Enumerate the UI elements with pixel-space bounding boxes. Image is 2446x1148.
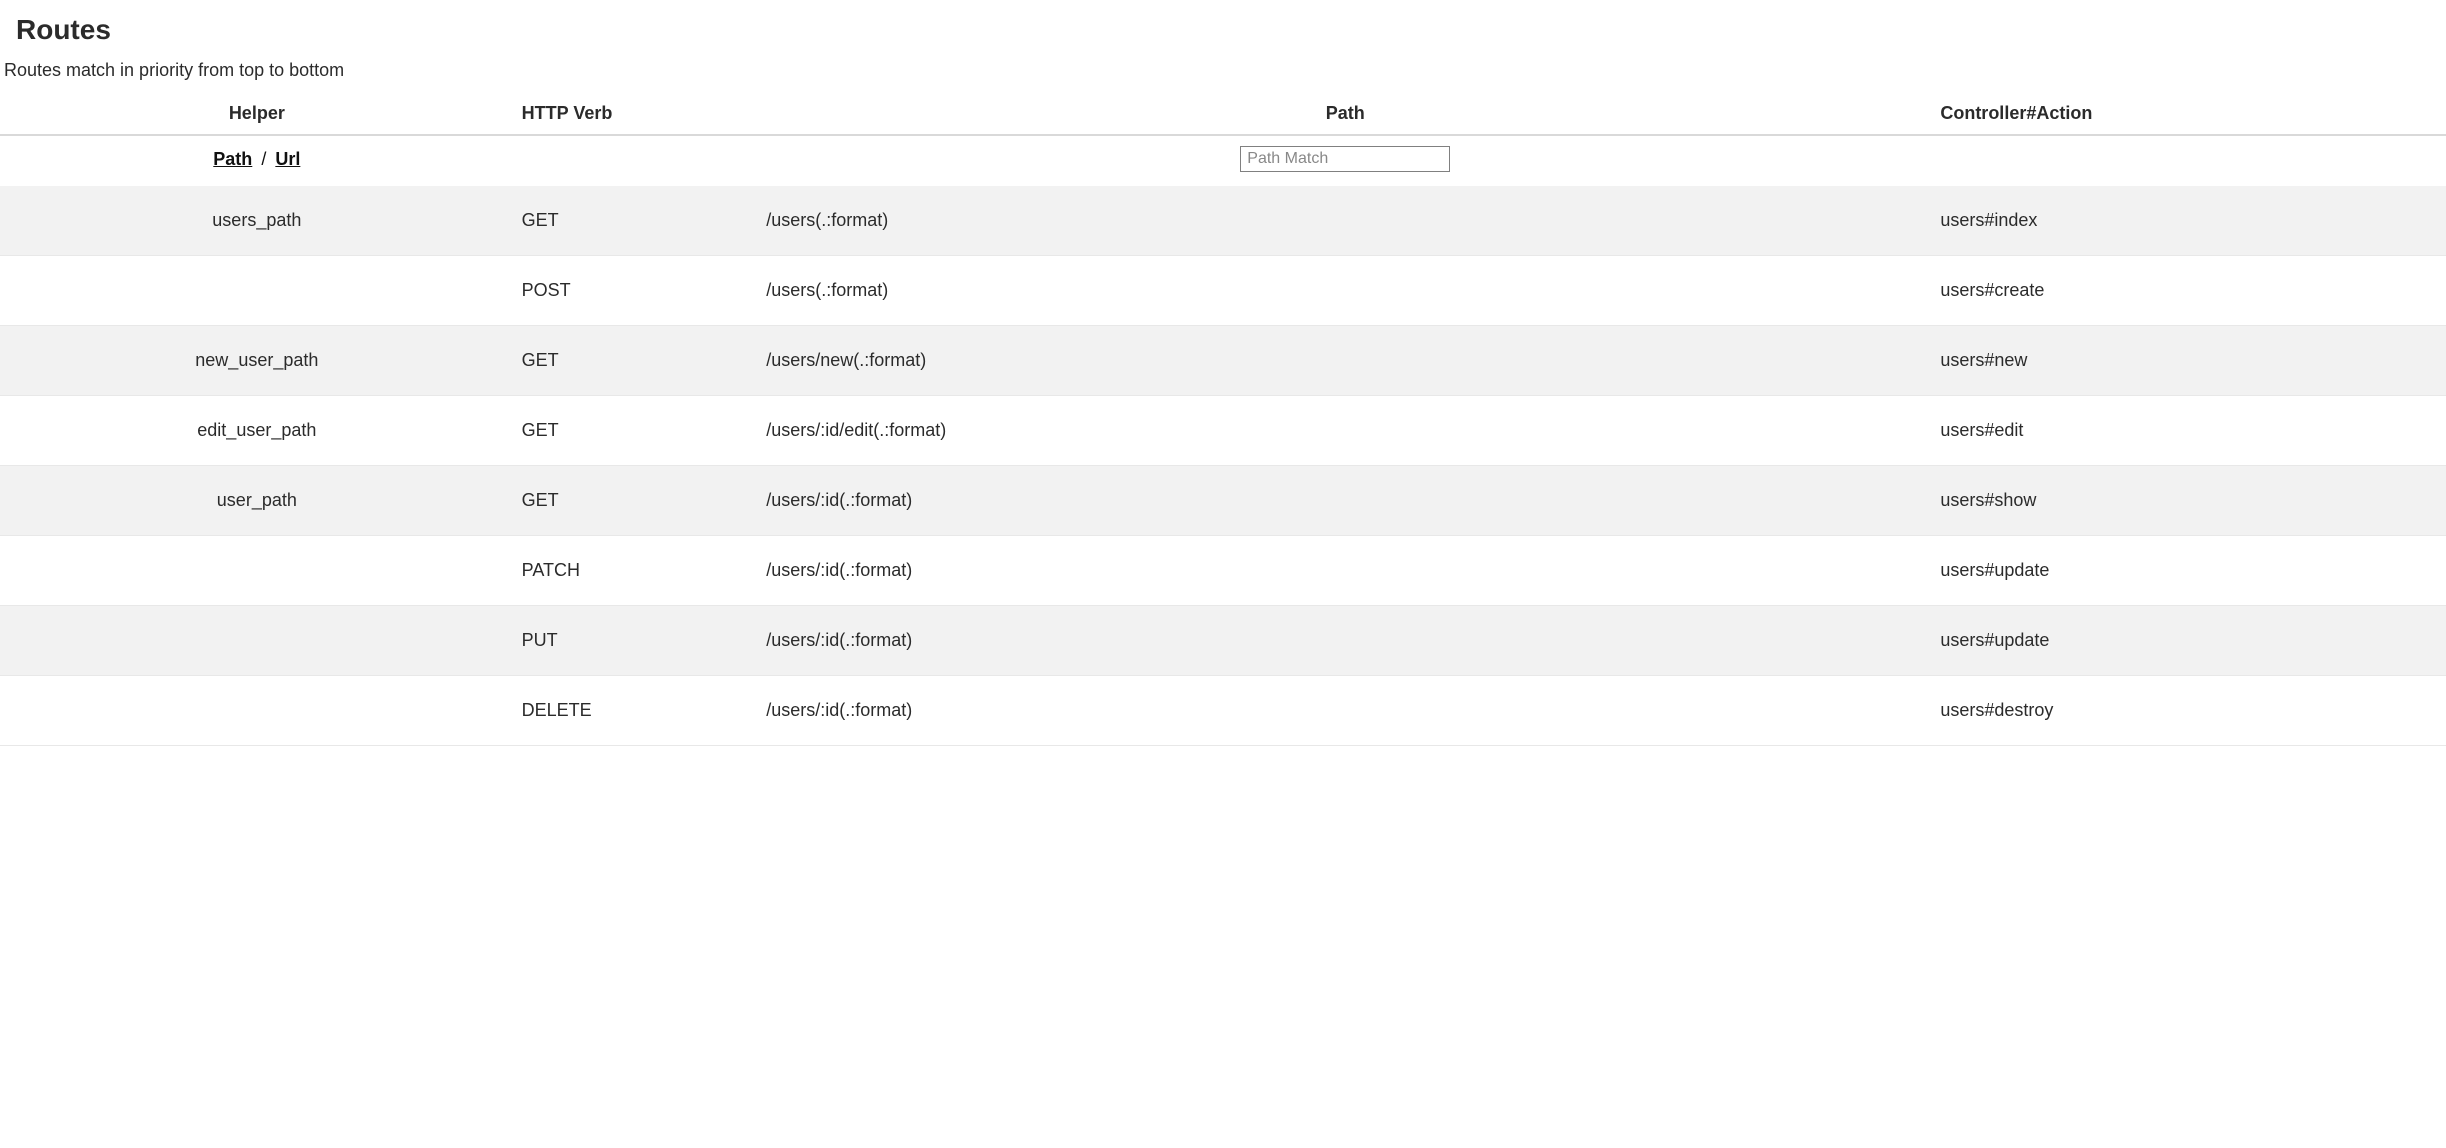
route-verb: PUT [514,606,759,676]
route-verb: PATCH [514,536,759,606]
route-path: /users/:id/edit(.:format) [758,396,1932,466]
route-row: PUT/users/:id(.:format)users#update [0,606,2446,676]
column-header-helper: Helper [0,93,514,135]
route-action: users#index [1932,186,2446,256]
route-verb: GET [514,186,759,256]
route-row: PATCH/users/:id(.:format)users#update [0,536,2446,606]
route-path: /users/:id(.:format) [758,466,1932,536]
route-path: /users/new(.:format) [758,326,1932,396]
route-row: edit_user_pathGET/users/:id/edit(.:forma… [0,396,2446,466]
route-path: /users(.:format) [758,186,1932,256]
route-helper: new_user_path [0,326,514,396]
column-header-action: Controller#Action [1932,93,2446,135]
column-header-verb: HTTP Verb [514,93,759,135]
routes-body: users_pathGET/users(.:format)users#index… [0,186,2446,746]
route-action: users#new [1932,326,2446,396]
page-title: Routes [0,0,2446,56]
route-path: /users/:id(.:format) [758,536,1932,606]
route-verb: GET [514,466,759,536]
route-action: users#edit [1932,396,2446,466]
route-helper: user_path [0,466,514,536]
route-path: /users(.:format) [758,256,1932,326]
route-path: /users/:id(.:format) [758,676,1932,746]
column-header-path: Path [758,93,1932,135]
route-row: user_pathGET/users/:id(.:format)users#sh… [0,466,2446,536]
route-action: users#update [1932,606,2446,676]
helper-toggle-separator: / [257,149,270,169]
helper-toggle-path-link[interactable]: Path [213,149,252,169]
route-verb: GET [514,396,759,466]
routes-table: Helper HTTP Verb Path Controller#Action … [0,93,2446,746]
route-helper [0,536,514,606]
path-match-input[interactable] [1240,146,1450,172]
helper-toggle: Path / Url [213,149,300,169]
route-action: users#update [1932,536,2446,606]
route-row: DELETE/users/:id(.:format)users#destroy [0,676,2446,746]
route-verb: GET [514,326,759,396]
route-action: users#create [1932,256,2446,326]
route-helper [0,606,514,676]
route-row: POST/users(.:format)users#create [0,256,2446,326]
filter-row: Path / Url [0,135,2446,186]
route-verb: DELETE [514,676,759,746]
routes-page: Routes Routes match in priority from top… [0,0,2446,746]
route-action: users#show [1932,466,2446,536]
route-path: /users/:id(.:format) [758,606,1932,676]
route-helper: users_path [0,186,514,256]
route-action: users#destroy [1932,676,2446,746]
route-row: new_user_pathGET/users/new(.:format)user… [0,326,2446,396]
route-helper [0,256,514,326]
table-header-row: Helper HTTP Verb Path Controller#Action [0,93,2446,135]
route-row: users_pathGET/users(.:format)users#index [0,186,2446,256]
helper-toggle-url-link[interactable]: Url [275,149,300,169]
route-verb: POST [514,256,759,326]
route-helper [0,676,514,746]
page-subtitle: Routes match in priority from top to bot… [0,56,2446,93]
route-helper: edit_user_path [0,396,514,466]
